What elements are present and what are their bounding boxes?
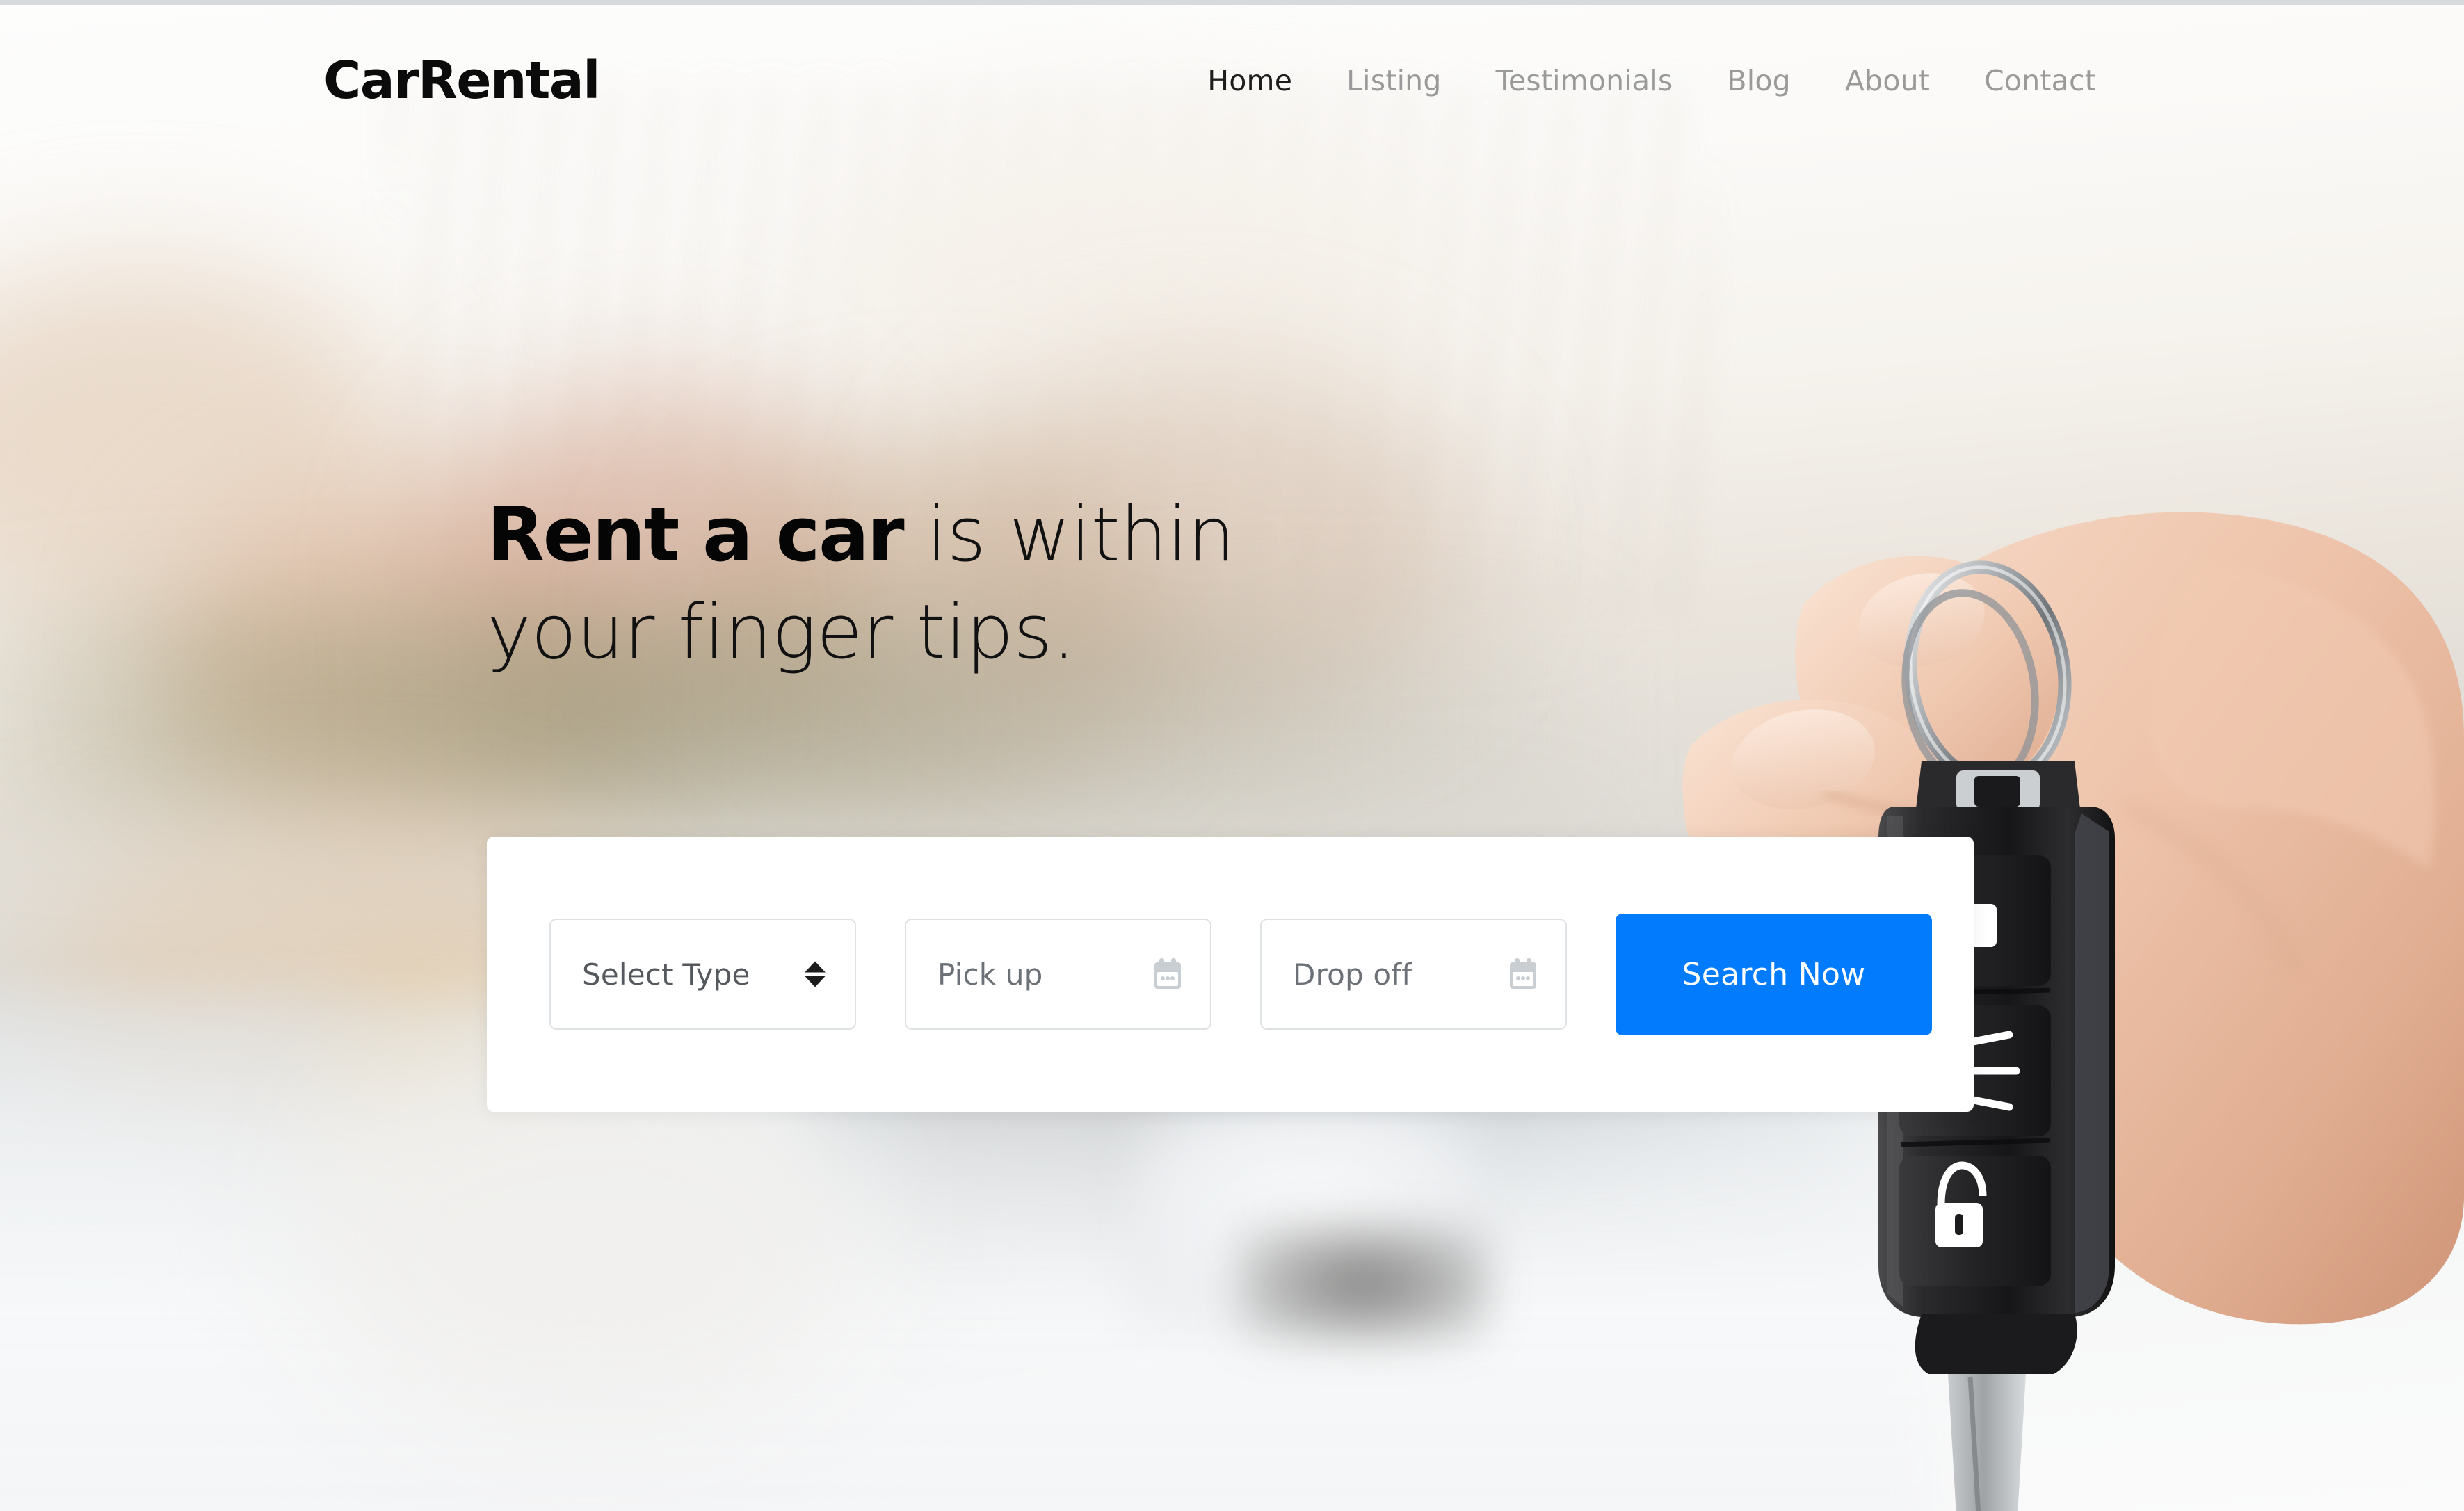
photo-car-mirror-shadow <box>1238 1224 1488 1342</box>
pickup-date-placeholder: Pick up <box>937 957 1043 992</box>
dropoff-date-placeholder: Drop off <box>1293 957 1412 992</box>
fob-hinge-hole <box>1974 776 2020 807</box>
fob-gloss-edge <box>2075 814 2109 1313</box>
key-blade <box>1948 1374 2026 1511</box>
hero-headline-rest: is within <box>903 492 1235 579</box>
nav-item-blog[interactable]: Blog <box>1700 64 1817 97</box>
calendar-icon <box>1154 958 1181 989</box>
chevron-down-icon <box>805 976 826 987</box>
hero-copy: Rent a car is within your finger tips. <box>487 487 1669 682</box>
nav-item-testimonials[interactable]: Testimonials <box>1469 64 1700 97</box>
pickup-date-field[interactable]: Pick up <box>905 919 1211 1030</box>
nav-item-listing[interactable]: Listing <box>1319 64 1468 97</box>
nav-item-home[interactable]: Home <box>1180 64 1319 97</box>
site-header: CarRental Home Listing Testimonials Blog… <box>0 0 2464 161</box>
hero-headline-strong: Rent a car <box>487 492 905 579</box>
browser-top-strip <box>0 0 2464 5</box>
nav-item-contact[interactable]: Contact <box>1957 64 2123 97</box>
search-now-button[interactable]: Search Now <box>1616 913 1932 1035</box>
vehicle-type-select[interactable]: Select Type <box>549 919 856 1030</box>
hero-headline: Rent a car is within your finger tips. <box>487 487 1669 682</box>
hero-headline-line2: your finger tips. <box>487 589 1076 677</box>
chevron-up-icon <box>805 961 826 973</box>
dropoff-date-field[interactable]: Drop off <box>1260 919 1567 1030</box>
brand-logo[interactable]: CarRental <box>323 55 600 106</box>
search-card: Select Type Pick up Drop off Search Now <box>487 837 1974 1112</box>
fob-base <box>1915 1314 2077 1374</box>
chevron-updown-icon <box>805 961 826 987</box>
hero-section: CarRental Home Listing Testimonials Blog… <box>0 0 2464 1511</box>
calendar-icon <box>1510 958 1536 989</box>
vehicle-type-select-value: Select Type <box>582 957 750 992</box>
nav-item-about[interactable]: About <box>1818 64 1957 97</box>
main-navigation: Home Listing Testimonials Blog About Con… <box>1180 64 2123 97</box>
